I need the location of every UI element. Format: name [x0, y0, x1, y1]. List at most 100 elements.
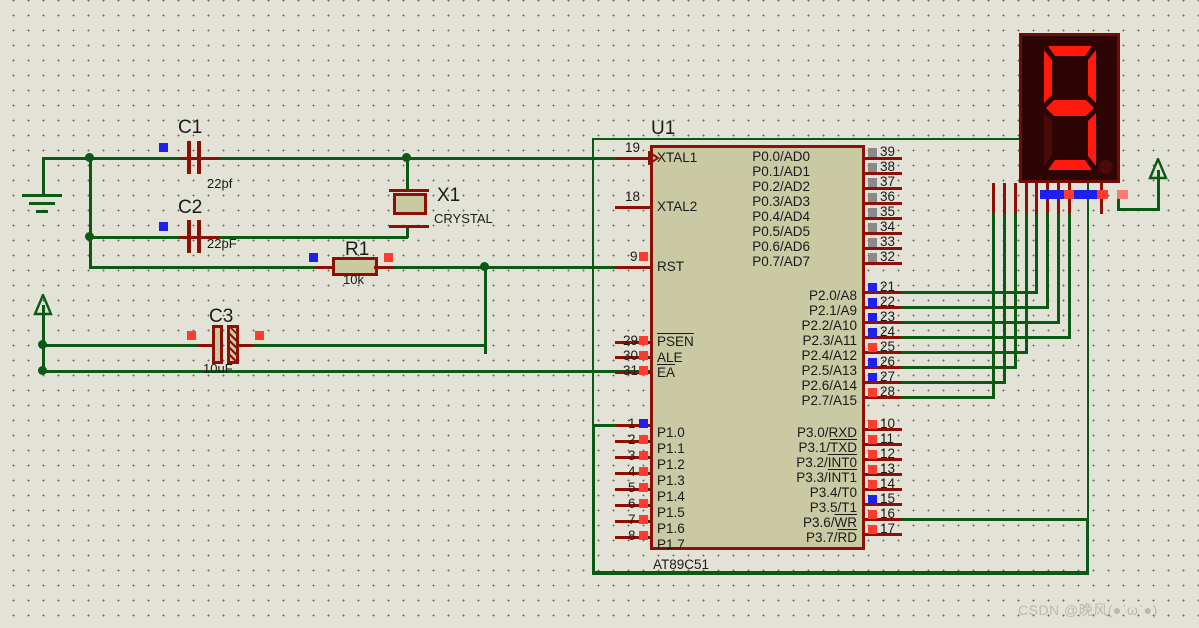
pin-28-label: P2.7/A15: [801, 393, 857, 408]
pin-12-state: [868, 450, 877, 459]
pin-16-overline: WR: [834, 515, 858, 530]
display-digit: [1044, 46, 1113, 174]
pin-13-prefix: P3.3/: [796, 470, 828, 485]
pin-22-number: 22: [880, 294, 896, 309]
pin-27-label: P2.6/A14: [801, 378, 857, 393]
pin-14-state: [868, 480, 877, 489]
display-state-bar-3: [1074, 190, 1097, 199]
pin-15-label: P3.5/T1: [809, 500, 857, 515]
pin-24-state: [868, 328, 877, 337]
watermark: CSDN @晚风(●ˊωˋ●): [1018, 602, 1158, 618]
display-leg-6[interactable]: [1014, 183, 1017, 214]
pin-24-label: P2.3/A11: [802, 333, 857, 348]
pin-16-prefix: P3.6/: [802, 515, 835, 530]
pin-38-number: 38: [880, 159, 896, 174]
pin-23-state: [868, 313, 877, 322]
pin-36-label: P0.3/AD3: [752, 194, 810, 209]
pin-11-prefix: P3.1/: [798, 440, 830, 455]
pin-15-state: [868, 495, 877, 504]
pin-17-prefix: P3.7/: [805, 530, 838, 545]
segment-b: [1088, 50, 1096, 103]
pin-13-number: 13: [880, 461, 896, 476]
pin-12-number: 12: [880, 446, 896, 461]
pin-37-label: P0.2/AD2: [752, 179, 810, 194]
pin-36-number: 36: [880, 189, 896, 204]
pin-11-number: 11: [880, 431, 895, 446]
pin-32-number: 32: [880, 249, 896, 264]
pin-39-state: [868, 148, 877, 157]
pin-12-label: P3.2/INT0: [796, 455, 857, 470]
display-state-bar-1: [1040, 190, 1064, 199]
pin-35-number: 35: [880, 204, 896, 219]
pin-26-number: 26: [880, 354, 896, 369]
pin-16-label: P3.6/WR: [803, 515, 857, 530]
pin-16-number: 16: [880, 506, 896, 521]
pin-38-label: P0.1/AD1: [752, 164, 810, 179]
pin-17-number: 17: [880, 521, 896, 536]
pin-22-label: P2.1/A9: [808, 303, 857, 318]
pin-21-state: [868, 283, 877, 292]
pin-12-prefix: P3.2/: [796, 455, 828, 470]
pin-10-state: [868, 420, 877, 429]
segment-dp: [1099, 160, 1113, 174]
pin-10-number: 10: [880, 416, 896, 431]
pin-17-overline: RD: [837, 530, 858, 545]
pin-13-label: P3.3/INT1: [796, 470, 857, 485]
pin-38-state: [868, 163, 877, 172]
display-state-bar-2: [1064, 190, 1074, 199]
pin-23-number: 23: [880, 309, 896, 324]
pin-27-number: 27: [880, 369, 896, 384]
pin-23-label: P2.2/A10: [801, 318, 857, 333]
pin-14-number: 14: [880, 476, 896, 491]
pin-28-number: 28: [880, 384, 896, 399]
pin-11-label: P3.1/TXD: [798, 440, 857, 455]
pin-34-state: [868, 223, 877, 232]
pin-34-number: 34: [880, 219, 896, 234]
pin-11-overline: TXD: [830, 440, 857, 455]
pin-26-state: [868, 358, 877, 367]
segment-f: [1044, 50, 1052, 103]
segment-g: [1046, 100, 1094, 116]
pin-37-state: [868, 178, 877, 187]
pin-17-label: P3.7/RD: [806, 530, 857, 545]
display-leg-8[interactable]: [992, 183, 995, 214]
pin-15-number: 15: [880, 491, 896, 506]
display-leg-7[interactable]: [1003, 183, 1006, 214]
display-leg-1[interactable]: [1035, 183, 1038, 214]
segment-d: [1048, 160, 1092, 170]
pin-10-label: P3.0/RXD: [796, 425, 857, 440]
pin-37-number: 37: [880, 174, 896, 189]
pin-35-label: P0.4/AD4: [752, 209, 810, 224]
pin-17-state: [868, 525, 877, 534]
pin-32-state: [868, 253, 877, 262]
pin-13-state: [868, 465, 877, 474]
pin-32-label: P0.7/AD7: [752, 254, 810, 269]
pin-39-number: 39: [880, 144, 896, 159]
display-state-bar-4: [1097, 190, 1108, 199]
pin-12-overline: INT0: [827, 455, 857, 470]
pin-33-state: [868, 238, 877, 247]
pin-11-state: [868, 435, 877, 444]
pin-26-label: P2.5/A13: [801, 363, 857, 378]
pin-21-number: 21: [880, 279, 896, 294]
pin-34-label: P0.5/AD5: [752, 224, 810, 239]
pin-35-state: [868, 208, 877, 217]
pin-27-state: [868, 373, 877, 382]
display-leg-5[interactable]: [1025, 183, 1028, 214]
segment-a: [1048, 46, 1092, 56]
pin-25-label: P2.4/A12: [801, 348, 857, 363]
segment-c: [1088, 113, 1096, 166]
segment-e: [1044, 113, 1052, 166]
pin-24-number: 24: [880, 324, 896, 339]
pin-36-state: [868, 193, 877, 202]
pin-16-state: [868, 510, 877, 519]
pin-33-label: P0.6/AD6: [752, 239, 810, 254]
display-state-bar-5: [1117, 190, 1128, 199]
pin-25-number: 25: [880, 339, 896, 354]
pin-39-label: P0.0/AD0: [752, 149, 810, 164]
pin-25-state: [868, 343, 877, 352]
pin-14-label: P3.4/T0: [809, 485, 857, 500]
pin-33-number: 33: [880, 234, 896, 249]
pin-21-label: P2.0/A8: [808, 288, 857, 303]
pin-13-overline: INT1: [827, 470, 857, 485]
